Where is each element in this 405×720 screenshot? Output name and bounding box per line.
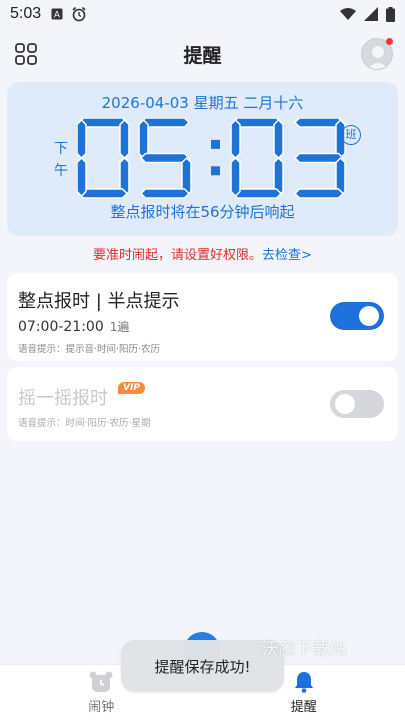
hourly-chime-time: 07:00-21:00 1遍 [18,318,129,335]
voice-tip: 语音提示：提示音·时间·阳历·农历 [18,344,161,355]
workday-badge: 班 [341,125,361,145]
clock-digit [138,118,192,199]
warning-text: 要准时闹起，请设置好权限。 [93,248,263,263]
battery-icon [386,6,395,22]
clock-digit [230,118,284,199]
vip-badge: VIP [118,382,145,394]
date-line: 2026-04-03 星期五 二月十六 [101,94,304,112]
clock-digit [293,118,346,199]
shake-chime-toggle[interactable] [330,390,384,418]
status-bar: 5:03 A [0,0,405,28]
signal-icon [364,7,378,21]
time-range: 07:00-21:00 [18,319,104,335]
ampm-label: 下午 [54,141,68,179]
wifi-icon [340,8,356,20]
bell-tab-icon [294,671,313,693]
shake-chime-card[interactable]: 摇一摇报时 VIP 语音提示：时间·阳历·农历·星期 [7,367,398,441]
page-title: 提醒 [183,44,222,67]
toggle-knob [359,306,379,326]
clock-card: 2026-04-03 星期五 二月十六 下午 班 整点报时将在56分钟后响起 [7,82,398,236]
grid-menu-icon[interactable] [14,42,38,66]
alarm-clock-icon [72,6,86,22]
next-chime-text: 整点报时将在56分钟后响起 [110,203,295,221]
shake-chime-title: 摇一摇报时 [18,388,108,409]
hourly-chime-toggle[interactable] [330,302,384,330]
hourly-chime-title: 整点报时 | 半点提示 [18,291,180,312]
svg-text:A: A [54,11,61,21]
clock-colon [211,139,220,176]
clock-digit [77,118,130,199]
notification-dot [386,38,393,45]
voice-tip: 语音提示：时间·阳历·农历·星期 [18,418,151,429]
permission-warning: 要准时闹起，请设置好权限。去检查> [0,244,405,264]
watermark: 沃騰下载站 [262,639,348,658]
repeat-count: 1遍 [109,320,130,334]
tab-alarm-label: 闹钟 [88,699,115,715]
status-time: 5:03 [10,5,42,22]
check-permission-link[interactable]: 去检查> [262,248,312,263]
tab-remind-label: 提醒 [290,699,317,715]
toggle-knob [335,394,355,414]
a-box-icon: A [51,8,63,20]
hourly-chime-card[interactable]: 整点报时 | 半点提示 07:00-21:00 1遍 语音提示：提示音·时间·阳历… [7,273,398,361]
alarm-clock-tab-icon [89,671,113,692]
app-header: 提醒 [0,28,405,80]
save-success-toast: 提醒保存成功! [121,640,284,692]
clock-digits [77,118,346,199]
